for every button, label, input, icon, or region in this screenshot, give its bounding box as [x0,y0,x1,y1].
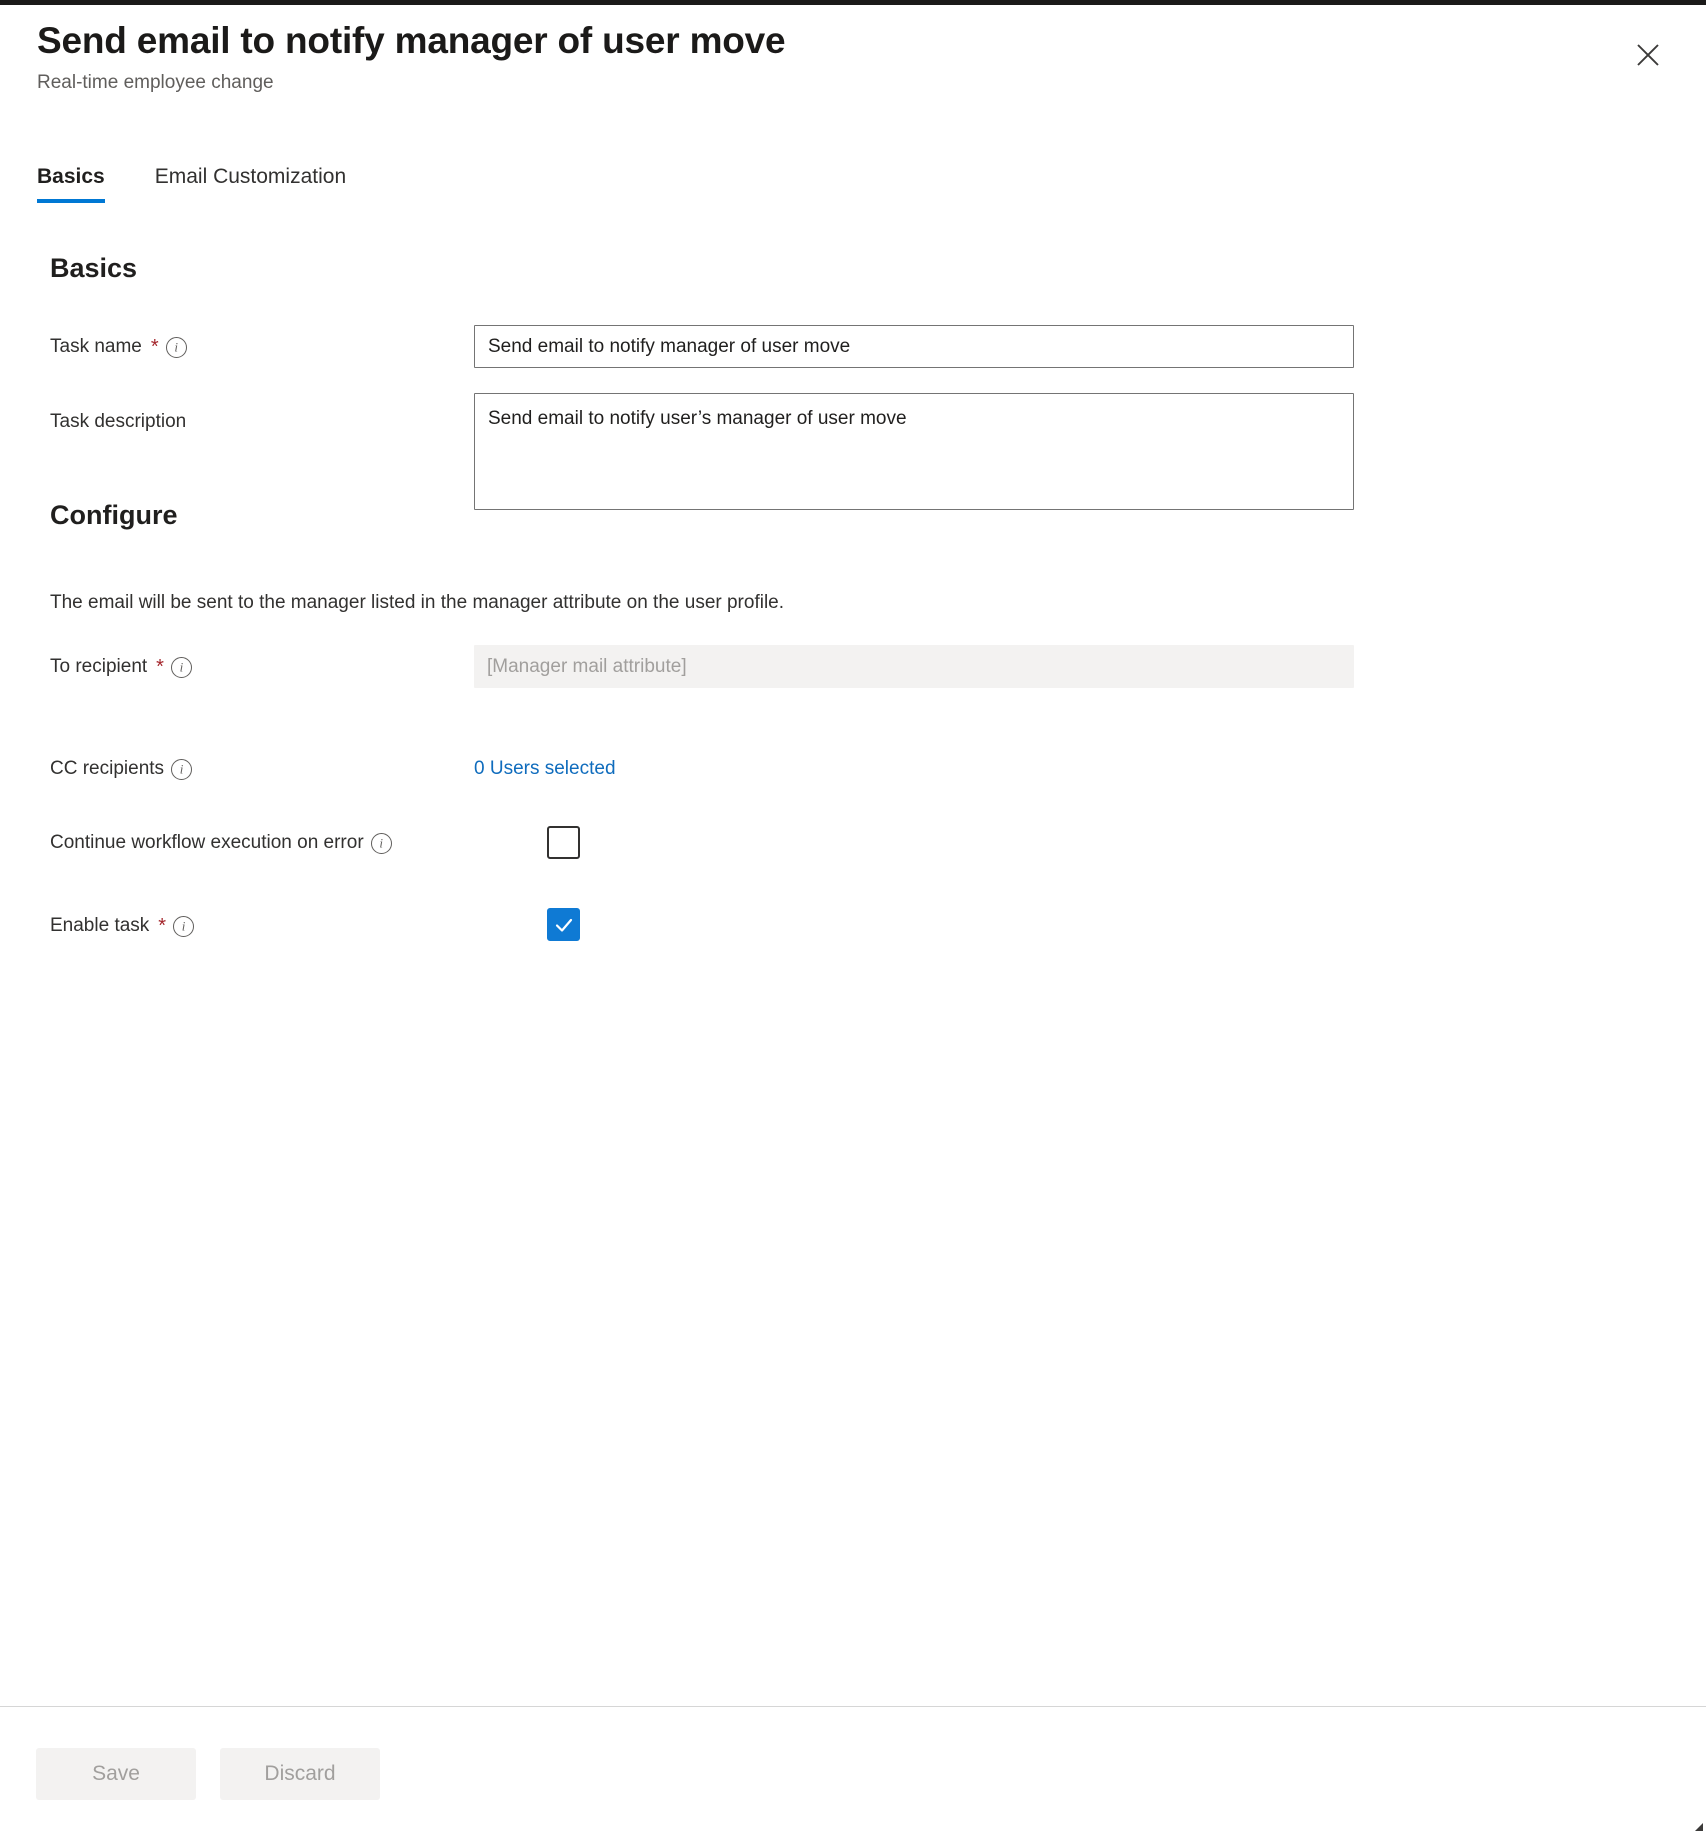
checkmark-icon [553,914,575,936]
label-cc-recipients-text: CC recipients [50,758,164,780]
section-heading-basics: Basics [50,253,137,284]
field-to-recipient [474,645,1354,688]
field-enable-task [547,908,580,941]
enable-task-checkbox[interactable] [547,908,580,941]
label-enable-task-text: Enable task [50,915,149,937]
label-cc-recipients: CC recipients i [50,758,192,780]
tab-bar: Basics Email Customization [37,165,346,203]
row-enable-task: Enable task * i [50,907,1450,947]
label-task-description-text: Task description [50,411,186,433]
field-cc-recipients: 0 Users selected [474,758,616,780]
tab-basics-label: Basics [37,165,105,188]
required-asterisk: * [158,916,166,936]
field-task-description [474,393,1354,515]
tab-email-customization-label: Email Customization [155,165,346,188]
row-to-recipient: To recipient * i [50,645,1450,691]
to-recipient-input [474,645,1354,688]
required-asterisk: * [156,657,164,677]
task-description-textarea[interactable] [474,393,1354,510]
label-continue-on-error: Continue workflow execution on error i [50,832,392,854]
task-name-input[interactable] [474,325,1354,368]
task-detail-panel: Send email to notify manager of user mov… [0,5,1706,1834]
label-task-description: Task description [50,411,186,433]
label-task-name-text: Task name [50,336,142,358]
footer-actions: Save Discard [36,1748,380,1800]
row-cc-recipients: CC recipients i 0 Users selected [50,750,1450,790]
label-continue-on-error-text: Continue workflow execution on error [50,832,364,854]
row-task-name: Task name * i [50,325,1450,371]
row-task-description: Task description [50,393,1450,513]
cc-recipients-link[interactable]: 0 Users selected [474,758,616,779]
continue-on-error-checkbox[interactable] [547,826,580,859]
info-icon[interactable]: i [166,337,187,358]
info-icon[interactable]: i [173,916,194,937]
tab-basics[interactable]: Basics [37,165,105,203]
label-enable-task: Enable task * i [50,915,194,937]
save-button[interactable]: Save [36,1748,196,1800]
label-to-recipient-text: To recipient [50,656,147,678]
discard-button[interactable]: Discard [220,1748,380,1800]
label-to-recipient: To recipient * i [50,656,192,678]
footer-divider [0,1706,1706,1707]
page-title: Send email to notify manager of user mov… [37,20,785,63]
tab-email-customization[interactable]: Email Customization [155,165,346,203]
required-asterisk: * [151,337,159,357]
resize-grip[interactable] [1692,1820,1704,1832]
info-icon[interactable]: i [371,833,392,854]
section-heading-configure: Configure [50,500,178,531]
close-button[interactable] [1625,32,1671,78]
panel-header: Send email to notify manager of user mov… [37,20,785,94]
row-continue-on-error: Continue workflow execution on error i [50,825,1450,865]
field-task-name [474,325,1354,368]
close-icon [1634,41,1662,69]
field-continue-on-error [547,826,580,859]
page-subtitle: Real-time employee change [37,72,785,94]
configure-helper-text: The email will be sent to the manager li… [50,592,784,614]
info-icon[interactable]: i [171,657,192,678]
info-icon[interactable]: i [171,759,192,780]
label-task-name: Task name * i [50,336,187,358]
